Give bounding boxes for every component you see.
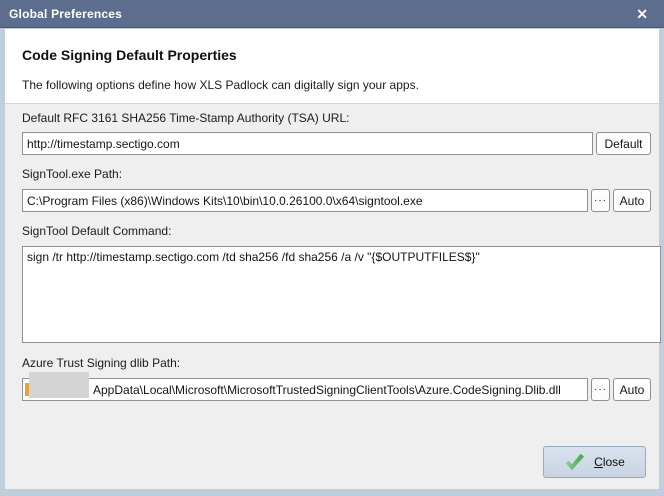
title-bar: Global Preferences ✕ (0, 0, 664, 28)
close-button[interactable]: Close (543, 446, 646, 478)
azure-auto-button[interactable]: Auto (613, 378, 651, 401)
window-title: Global Preferences (9, 6, 122, 21)
dialog-frame: Code Signing Default Properties The foll… (5, 29, 661, 489)
tsa-url-input[interactable] (22, 132, 593, 155)
azure-browse-button[interactable]: ··· (591, 378, 610, 401)
azure-dlib-row: ··· Auto (22, 372, 651, 401)
signtool-auto-button[interactable]: Auto (613, 189, 651, 212)
default-button[interactable]: Default (596, 132, 651, 155)
close-icon[interactable]: ✕ (632, 5, 652, 23)
tsa-url-row: Default (22, 132, 651, 155)
azure-dlib-label: Azure Trust Signing dlib Path: (22, 356, 181, 370)
command-label: SignTool Default Command: (22, 224, 172, 238)
tsa-url-label: Default RFC 3161 SHA256 Time-Stamp Autho… (22, 111, 350, 125)
footer: Close (22, 446, 651, 478)
command-textarea[interactable]: sign /tr http://timestamp.sectigo.com /t… (22, 246, 661, 343)
page-description: The following options define how XLS Pad… (22, 78, 419, 92)
signtool-path-label: SignTool.exe Path: (22, 167, 123, 181)
redaction-block (29, 372, 89, 398)
signtool-path-row: ··· Auto (22, 189, 651, 212)
page-title: Code Signing Default Properties (22, 47, 237, 63)
close-button-label: Close (594, 455, 625, 469)
form-body: Default RFC 3161 SHA256 Time-Stamp Autho… (5, 104, 661, 489)
signtool-browse-button[interactable]: ··· (591, 189, 610, 212)
header-panel: Code Signing Default Properties The foll… (5, 29, 659, 104)
check-icon (566, 453, 585, 470)
azure-dlib-input[interactable] (22, 378, 588, 401)
global-preferences-dialog: Global Preferences ✕ Code Signing Defaul… (0, 0, 664, 496)
signtool-path-input[interactable] (22, 189, 588, 212)
